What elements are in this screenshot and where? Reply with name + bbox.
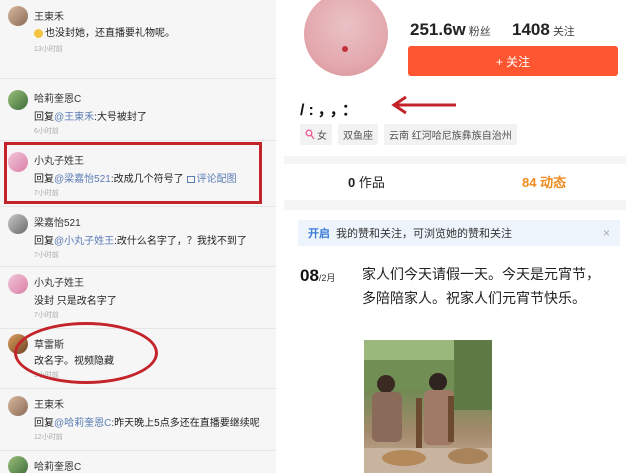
comment-text: 也没封她，还直播要礼物呢。 xyxy=(34,24,175,39)
comment-username[interactable]: 王東禾 xyxy=(34,396,64,411)
fans-count: 251.6w xyxy=(410,20,466,39)
works-count: 0 xyxy=(348,175,356,190)
fans-stat[interactable]: 251.6w 粉丝 xyxy=(410,20,491,40)
comment-username[interactable]: 梁嘉怡521 xyxy=(34,214,81,229)
location-tag: 云南 红河哈尼族彝族自治州 xyxy=(384,124,517,145)
annotation-ellipse xyxy=(14,322,158,384)
following-count: 1408 xyxy=(512,20,550,39)
comment-username[interactable]: 哈莉奎恩C xyxy=(34,90,81,105)
profile-tags: 女 双鱼座 云南 红河哈尼族彝族自治州 xyxy=(300,124,517,145)
tab-dynamic[interactable]: 84 动态 xyxy=(522,172,566,191)
profile-nickname: /:，，： xyxy=(300,102,362,119)
zodiac-tag: 双鱼座 xyxy=(338,124,378,145)
smile-icon xyxy=(34,28,43,38)
comment-body: :大号被封了 xyxy=(94,112,147,123)
divider xyxy=(0,78,276,79)
banner-text: 我的赞和关注，可浏览她的赞和关注 xyxy=(336,228,512,240)
avatar[interactable] xyxy=(8,90,28,110)
avatar[interactable] xyxy=(8,274,28,294)
mention-link[interactable]: @王東禾 xyxy=(54,112,94,123)
comment-time: 7小时前 xyxy=(34,252,59,259)
divider xyxy=(0,266,276,267)
dynamic-count: 84 xyxy=(522,175,537,190)
comment-username[interactable]: 哈莉奎恩C xyxy=(34,458,81,473)
divider xyxy=(0,388,276,389)
comment-time: 12小时前 xyxy=(34,434,63,441)
post-day: 08 xyxy=(300,266,319,285)
divider xyxy=(0,140,276,141)
female-icon xyxy=(305,129,315,140)
gender-tag: 女 xyxy=(300,124,332,145)
section-divider xyxy=(284,156,626,164)
reply-prefix: 回复 xyxy=(34,418,54,429)
close-icon[interactable]: × xyxy=(603,226,610,240)
avatar[interactable] xyxy=(8,396,28,416)
comment-body: :昨天晚上5点多还在直播要继续呢 xyxy=(111,418,260,429)
post-month: /2月 xyxy=(318,273,336,283)
comment-username[interactable]: 王東禾 xyxy=(34,8,64,23)
avatar-sun xyxy=(342,46,348,52)
dynamic-label: 动态 xyxy=(540,175,567,190)
comment-text: 回复@小丸子姓王:改什么名字了，？我找不到了 xyxy=(34,232,247,247)
post-photo[interactable] xyxy=(364,340,492,473)
arrow-left-icon xyxy=(391,95,456,115)
photo-illustration xyxy=(364,340,492,473)
post-text[interactable]: 家人们今天请假一天。今天是元宵节，多陪陪家人。祝家人们元宵节快乐。 xyxy=(362,262,612,310)
works-label: 作品 xyxy=(358,175,385,190)
avatar[interactable] xyxy=(8,6,28,26)
privacy-banner: 开启 我的赞和关注，可浏览她的赞和关注 × xyxy=(298,220,620,246)
reply-prefix: 回复 xyxy=(34,236,54,247)
comment-time: 6小时前 xyxy=(34,128,59,135)
follow-button[interactable]: + 关注 xyxy=(408,46,618,76)
gender-label: 女 xyxy=(317,131,327,142)
fans-label: 粉丝 xyxy=(468,26,491,38)
comment-body: 也没封她，还直播要礼物呢。 xyxy=(45,28,175,39)
tab-works[interactable]: 0 作品 xyxy=(348,172,385,191)
post-date: 08/2月 xyxy=(300,266,335,286)
comment-username[interactable]: 小丸子姓王 xyxy=(34,274,84,289)
mention-link[interactable]: @哈莉奎恩C xyxy=(54,418,111,429)
profile-avatar[interactable] xyxy=(304,0,388,76)
enable-link[interactable]: 开启 xyxy=(308,225,330,241)
following-stat[interactable]: 1408 关注 xyxy=(512,20,575,40)
comment-text: 回复@王東禾:大号被封了 xyxy=(34,108,147,123)
section-divider xyxy=(284,200,626,210)
profile-panel: 251.6w 粉丝 1408 关注 + 关注 /:，，： 女 双鱼座 云南 红河哈尼… xyxy=(284,0,626,473)
avatar[interactable] xyxy=(8,456,28,473)
mention-link[interactable]: @小丸子姓王 xyxy=(54,236,114,247)
comment-time: 7小时前 xyxy=(34,312,59,319)
following-label: 关注 xyxy=(552,26,575,38)
comment-text: 没封 只是改名字了 xyxy=(34,296,117,307)
avatar[interactable] xyxy=(8,214,28,234)
comment-panel: 王東禾 也没封她，还直播要礼物呢。 13小时前 哈莉奎恩C 回复@王東禾:大号被… xyxy=(0,0,276,473)
divider xyxy=(0,206,276,207)
comment-text: 回复@哈莉奎恩C:昨天晚上5点多还在直播要继续呢 xyxy=(34,414,260,429)
annotation-box xyxy=(4,142,262,204)
divider xyxy=(0,450,276,451)
comment-time: 13小时前 xyxy=(34,46,63,53)
reply-prefix: 回复 xyxy=(34,112,54,123)
comment-body: :改什么名字了，？我找不到了 xyxy=(114,236,247,247)
content-tabs: 0 作品 84 动态 xyxy=(284,164,626,198)
